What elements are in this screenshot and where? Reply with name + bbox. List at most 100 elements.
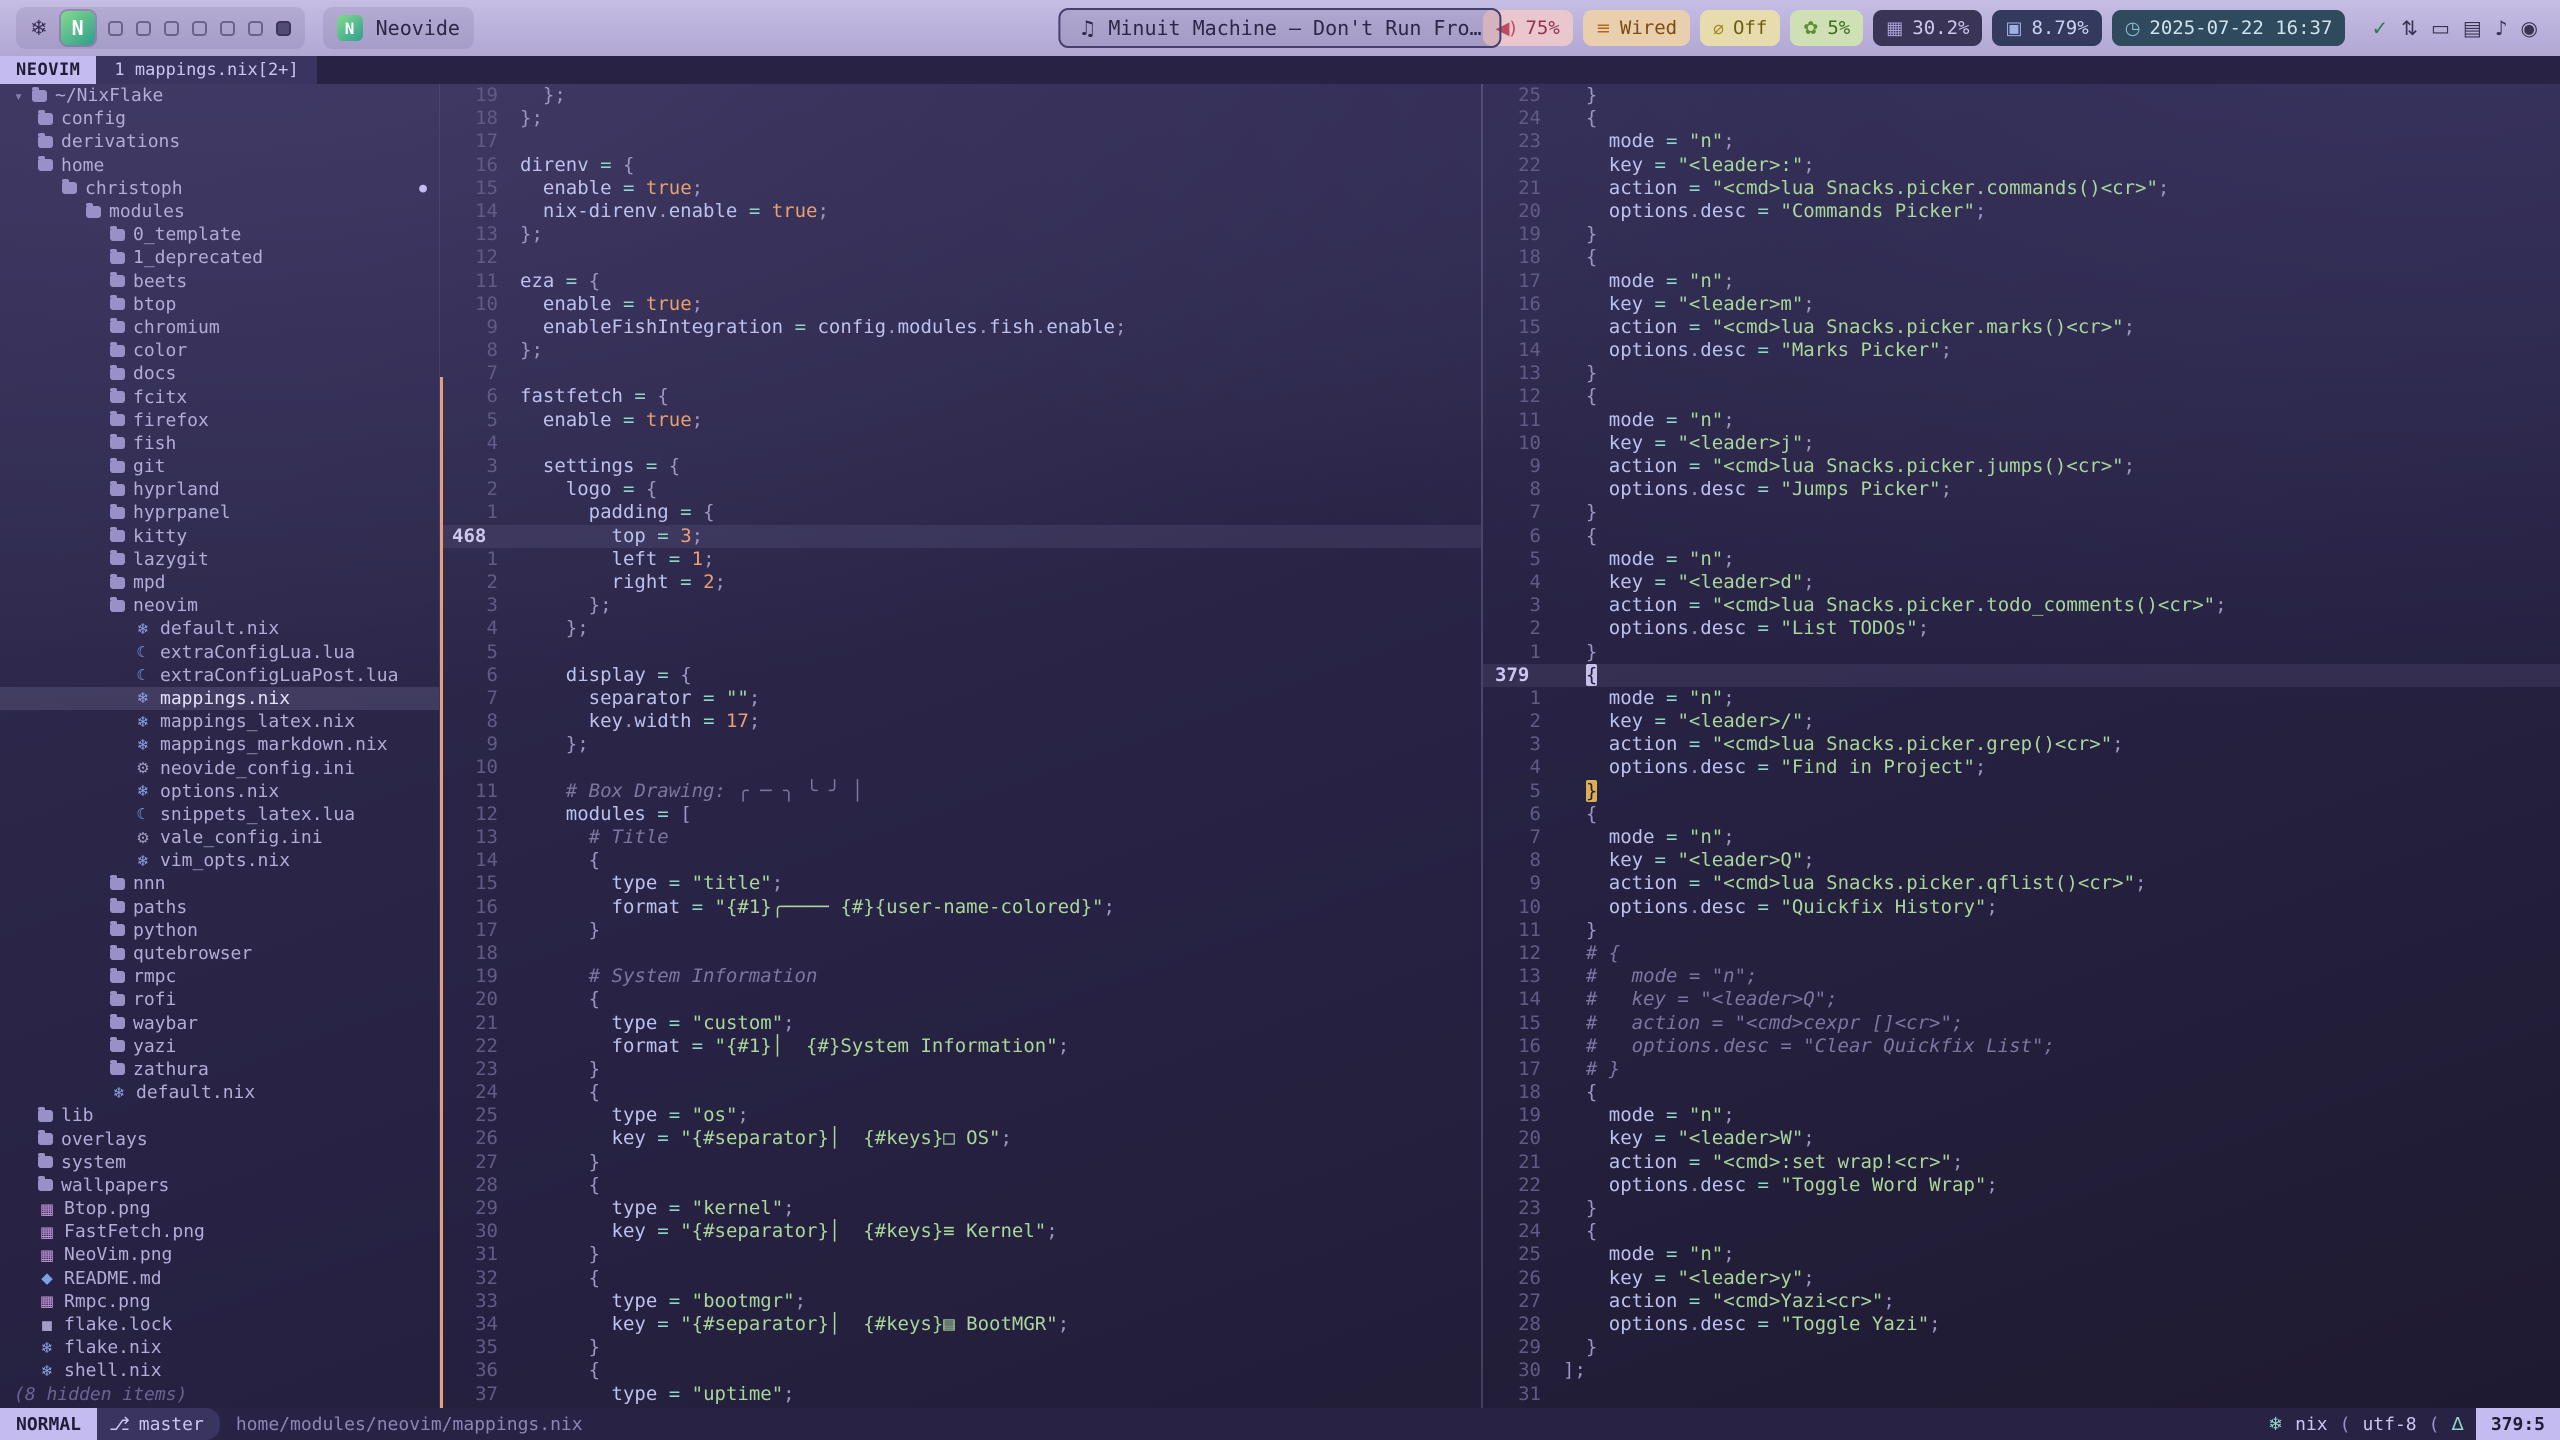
code-line[interactable]: 30]; xyxy=(1483,1359,2560,1382)
power-profile-module[interactable]: ✿5% xyxy=(1790,10,1863,46)
code-line[interactable]: 2 right = 2; xyxy=(440,571,1481,594)
code-line[interactable]: 4 xyxy=(440,432,1481,455)
code-line[interactable]: 14 options.desc = "Marks Picker"; xyxy=(1483,339,2560,362)
code-line[interactable]: 30 key = "{#separator}│ {#keys}≡ Kernel"… xyxy=(440,1220,1481,1243)
code-line[interactable]: 23 } xyxy=(440,1058,1481,1081)
code-line[interactable]: 24 { xyxy=(1483,107,2560,130)
workspace-3[interactable] xyxy=(108,21,123,36)
display-icon[interactable]: ▭ xyxy=(2431,16,2450,40)
tree-item-neovim[interactable]: neovim xyxy=(0,594,439,617)
tree-item-lazygit[interactable]: lazygit xyxy=(0,548,439,571)
tree-item-hyprpanel[interactable]: hyprpanel xyxy=(0,501,439,524)
code-line[interactable]: 25 } xyxy=(1483,84,2560,107)
code-line[interactable]: 5 enable = true; xyxy=(440,409,1481,432)
code-line[interactable]: 12 xyxy=(440,246,1481,269)
tree-item-overlays[interactable]: overlays xyxy=(0,1127,439,1150)
tree-item-mpd[interactable]: mpd xyxy=(0,571,439,594)
tree-item-fish[interactable]: fish xyxy=(0,432,439,455)
tree-item-fcitx[interactable]: fcitx xyxy=(0,385,439,408)
code-line[interactable]: 2 options.desc = "List TODOs"; xyxy=(1483,617,2560,640)
code-line[interactable]: 35 } xyxy=(440,1336,1481,1359)
code-line[interactable]: 2 logo = { xyxy=(440,478,1481,501)
code-line[interactable]: 16 # options.desc = "Clear Quickfix List… xyxy=(1483,1035,2560,1058)
code-line[interactable]: 37 type = "uptime"; xyxy=(440,1383,1481,1406)
code-line[interactable]: 5 xyxy=(440,641,1481,664)
code-line[interactable]: 22 key = "<leader>:"; xyxy=(1483,154,2560,177)
code-line[interactable]: 13}; xyxy=(440,223,1481,246)
code-line[interactable]: 36 { xyxy=(440,1359,1481,1382)
code-line[interactable]: 9 action = "<cmd>lua Snacks.picker.qflis… xyxy=(1483,872,2560,895)
code-line[interactable]: 19 }; xyxy=(440,84,1481,107)
tab-mappings-nix[interactable]: 1 mappings.nix[2+] xyxy=(96,56,316,84)
tree-item-yazi[interactable]: yazi xyxy=(0,1035,439,1058)
code-line[interactable]: 24 { xyxy=(440,1081,1481,1104)
code-line[interactable]: 9 enableFishIntegration = config.modules… xyxy=(440,316,1481,339)
code-line[interactable]: 23 } xyxy=(1483,1197,2560,1220)
code-line[interactable]: 20 options.desc = "Commands Picker"; xyxy=(1483,200,2560,223)
code-line[interactable]: 15 type = "title"; xyxy=(440,872,1481,895)
tree-item-lib[interactable]: lib xyxy=(0,1104,439,1127)
code-line[interactable]: 29 type = "kernel"; xyxy=(440,1197,1481,1220)
tree-item-flake-nix[interactable]: ❄flake.nix xyxy=(0,1336,439,1359)
code-line[interactable]: 3 }; xyxy=(440,594,1481,617)
code-line[interactable]: 16 format = "{#1}╭──── {#}{user-name-col… xyxy=(440,896,1481,919)
tree-item-qutebrowser[interactable]: qutebrowser xyxy=(0,942,439,965)
code-line[interactable]: 12 # { xyxy=(1483,942,2560,965)
code-line[interactable]: 18 xyxy=(440,942,1481,965)
code-line[interactable]: 7 mode = "n"; xyxy=(1483,826,2560,849)
tree-item-christoph[interactable]: christoph● xyxy=(0,177,439,200)
tree-item-nixflake[interactable]: ▾~/NixFlake xyxy=(0,84,439,107)
tree-item-shell-nix[interactable]: ❄shell.nix xyxy=(0,1359,439,1382)
tree-item-neovide-config-ini[interactable]: ⚙neovide_config.ini xyxy=(0,756,439,779)
workspace-4[interactable] xyxy=(136,21,151,36)
code-line[interactable]: 10 enable = true; xyxy=(440,293,1481,316)
tree-item-paths[interactable]: paths xyxy=(0,896,439,919)
tree-item-snippets-latex-lua[interactable]: ☾snippets_latex.lua xyxy=(0,803,439,826)
neovide-app[interactable]: N Neovide xyxy=(323,7,474,49)
code-line[interactable]: 9 }; xyxy=(440,733,1481,756)
media-player-module[interactable]: ♫ Minuit Machine – Don't Run Fro… xyxy=(1058,8,1501,48)
tree-item-wallpapers[interactable]: wallpapers xyxy=(0,1174,439,1197)
code-line[interactable]: 5 mode = "n"; xyxy=(1483,548,2560,571)
tree-item-vim-opts-nix[interactable]: ❄vim_opts.nix xyxy=(0,849,439,872)
code-line[interactable]: 18 { xyxy=(1483,1081,2560,1104)
code-line[interactable]: 24 { xyxy=(1483,1220,2560,1243)
code-line[interactable]: 12 modules = [ xyxy=(440,803,1481,826)
code-line[interactable]: 33 type = "bootmgr"; xyxy=(440,1290,1481,1313)
code-line[interactable]: 15 action = "<cmd>lua Snacks.picker.mark… xyxy=(1483,316,2560,339)
bluetooth-module[interactable]: ⌀Off xyxy=(1700,10,1780,46)
code-line[interactable]: 468 top = 3; xyxy=(440,525,1481,548)
code-line[interactable]: 11eza = { xyxy=(440,270,1481,293)
code-line[interactable]: 4 key = "<leader>d"; xyxy=(1483,571,2560,594)
code-line[interactable]: 379 { xyxy=(1483,664,2560,687)
code-line[interactable]: 19 # System Information xyxy=(440,965,1481,988)
tree-item-rmpc[interactable]: rmpc xyxy=(0,965,439,988)
code-line[interactable]: 26 key = "<leader>y"; xyxy=(1483,1267,2560,1290)
tree-item-readme-md[interactable]: ◆README.md xyxy=(0,1267,439,1290)
tree-item-firefox[interactable]: firefox xyxy=(0,409,439,432)
code-line[interactable]: 5 } xyxy=(1483,780,2560,803)
code-line[interactable]: 6 { xyxy=(1483,525,2560,548)
tree-item-options-nix[interactable]: ❄options.nix xyxy=(0,780,439,803)
code-line[interactable]: 11 # Box Drawing: ╭ ─ ╮ ╰ ╯ │ xyxy=(440,780,1481,803)
tree-item-btop[interactable]: btop xyxy=(0,293,439,316)
code-line[interactable]: 32 { xyxy=(440,1267,1481,1290)
tree-item-chromium[interactable]: chromium xyxy=(0,316,439,339)
tree-item-hyprland[interactable]: hyprland xyxy=(0,478,439,501)
tree-item-git[interactable]: git xyxy=(0,455,439,478)
code-line[interactable]: 18 { xyxy=(1483,246,2560,269)
code-line[interactable]: 28 options.desc = "Toggle Yazi"; xyxy=(1483,1313,2560,1336)
code-line[interactable]: 31 } xyxy=(440,1243,1481,1266)
tree-item-default-nix[interactable]: ❄default.nix xyxy=(0,1081,439,1104)
code-line[interactable]: 22 options.desc = "Toggle Word Wrap"; xyxy=(1483,1174,2560,1197)
tree-item-flake-lock[interactable]: ◼flake.lock xyxy=(0,1313,439,1336)
tree-item-derivations[interactable]: derivations xyxy=(0,130,439,153)
tree-item-extraconfigluapost-lua[interactable]: ☾extraConfigLuaPost.lua xyxy=(0,664,439,687)
code-line[interactable]: 8 key.width = 17; xyxy=(440,710,1481,733)
clock-module[interactable]: ◷2025-07-22 16:37 xyxy=(2112,10,2346,46)
code-line[interactable]: 28 { xyxy=(440,1174,1481,1197)
tree-item-mappings-nix[interactable]: ❄mappings.nix xyxy=(0,687,439,710)
code-line[interactable]: 3 action = "<cmd>lua Snacks.picker.todo_… xyxy=(1483,594,2560,617)
tree-item-rmpc-png[interactable]: ▦Rmpc.png xyxy=(0,1290,439,1313)
code-line[interactable]: 13 } xyxy=(1483,362,2560,385)
